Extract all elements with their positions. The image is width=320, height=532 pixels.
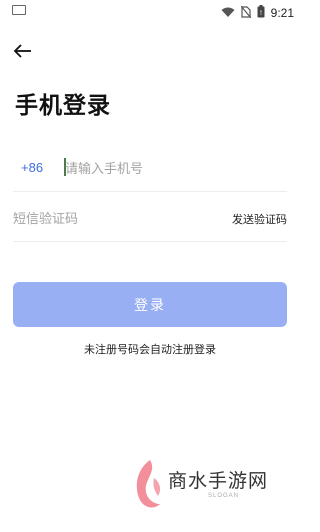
country-code-selector[interactable]: +86 bbox=[21, 160, 43, 175]
page-title: 手机登录 bbox=[15, 93, 111, 119]
phone-input[interactable] bbox=[65, 159, 275, 179]
login-button[interactable]: 登录 bbox=[13, 282, 287, 327]
sms-code-input[interactable] bbox=[13, 209, 203, 229]
notification-icon bbox=[12, 5, 26, 15]
arrow-left-icon bbox=[13, 44, 31, 58]
back-button[interactable] bbox=[12, 40, 34, 62]
watermark-text: 商水手游网 bbox=[168, 470, 269, 492]
watermark-logo-icon bbox=[136, 460, 161, 508]
svg-text:!: ! bbox=[260, 10, 262, 17]
battery-icon: ! bbox=[257, 3, 265, 22]
register-hint: 未注册号码会自动注册登录 bbox=[84, 343, 216, 356]
no-sim-icon bbox=[240, 3, 252, 22]
watermark-slogan: SLOGAN bbox=[208, 493, 240, 499]
phone-row: +86 bbox=[13, 147, 287, 192]
watermark: 商水手游网 SLOGAN bbox=[130, 456, 300, 516]
send-code-button[interactable]: 发送验证码 bbox=[232, 211, 287, 227]
status-bar: ! 9:21 bbox=[0, 0, 300, 22]
clock: 9:21 bbox=[270, 5, 294, 20]
wifi-icon bbox=[221, 3, 235, 22]
status-icons: ! 9:21 bbox=[221, 3, 294, 22]
code-row: 发送验证码 bbox=[13, 197, 287, 242]
